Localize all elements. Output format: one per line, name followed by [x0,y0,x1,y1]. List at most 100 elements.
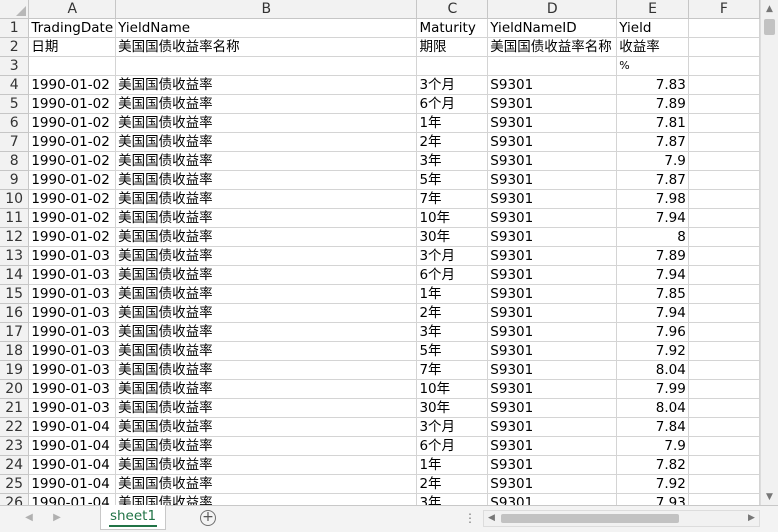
cell-f[interactable] [688,398,760,418]
cell-c[interactable]: 3个月 [416,417,489,437]
cell-c[interactable]: 3个月 [416,75,489,95]
cell-e[interactable]: 8.04 [616,360,689,380]
cell-c[interactable]: 10年 [416,379,489,399]
cell-b[interactable]: 美国国债收益率 [115,113,418,133]
cell-e[interactable]: 7.87 [616,170,689,190]
cell-a[interactable]: 1990-01-04 [28,436,117,456]
cell-a[interactable]: 1990-01-03 [28,341,117,361]
cell-e[interactable]: 收益率 [616,37,689,57]
cell-a[interactable]: 1990-01-04 [28,474,117,494]
spreadsheet-grid[interactable]: A B C D E F 1 TradingDate YieldName Maturit… [0,0,760,505]
cell-c[interactable]: 3个月 [416,246,489,266]
cell-a[interactable]: 1990-01-02 [28,170,117,190]
cell-a[interactable]: 1990-01-03 [28,398,117,418]
scroll-down-arrow-icon[interactable]: ▼ [761,488,778,505]
cell-c[interactable]: 1年 [416,455,489,475]
cell-b[interactable]: 美国国债收益率 [115,132,418,152]
cell-b[interactable]: 美国国债收益率 [115,94,418,114]
cell-c[interactable]: 30年 [416,398,489,418]
cell-f[interactable] [688,455,760,475]
cell-a[interactable]: 1990-01-02 [28,94,117,114]
cell-c[interactable]: 7年 [416,189,489,209]
cell-a[interactable]: 1990-01-02 [28,113,117,133]
cell-e[interactable]: 7.83 [616,75,689,95]
cell-a[interactable]: 1990-01-03 [28,265,117,285]
cell-c[interactable]: 3年 [416,493,489,505]
cell-c[interactable]: 3年 [416,151,489,171]
row-header[interactable]: 9 [0,170,30,190]
previous-sheet-arrow-icon[interactable]: ◀ [22,511,36,525]
row-header[interactable]: 22 [0,417,30,437]
cell-e[interactable]: 7.85 [616,284,689,304]
cell-d[interactable]: S9301 [487,170,618,190]
row-header[interactable]: 18 [0,341,30,361]
cell-c[interactable] [416,56,489,76]
cell-a[interactable]: 1990-01-02 [28,189,117,209]
cell-c[interactable]: 5年 [416,170,489,190]
cell-d[interactable]: S9301 [487,417,618,437]
horizontal-scrollbar[interactable]: ◀ ▶ [483,510,760,527]
cell-a[interactable]: 1990-01-02 [28,75,117,95]
row-header[interactable]: 17 [0,322,30,342]
cell-d[interactable]: S9301 [487,284,618,304]
cell-a[interactable]: 1990-01-02 [28,151,117,171]
row-header[interactable]: 1 [0,18,30,38]
cell-a[interactable]: 1990-01-03 [28,360,117,380]
cell-f[interactable] [688,113,760,133]
cell-a[interactable]: 1990-01-04 [28,417,117,437]
cell-d[interactable]: 美国国债收益率名称 [487,37,618,57]
cell-e[interactable]: 7.93 [616,493,689,505]
column-header-a[interactable]: A [28,0,117,19]
cell-a[interactable]: 1990-01-04 [28,455,117,475]
cell-f[interactable] [688,18,760,38]
cell-e[interactable]: 7.92 [616,474,689,494]
cell-b[interactable]: 美国国债收益率 [115,208,418,228]
cell-c[interactable]: 1年 [416,284,489,304]
row-header[interactable]: 24 [0,455,30,475]
cell-b[interactable]: YieldName [115,18,418,38]
cell-d[interactable]: S9301 [487,151,618,171]
cell-e[interactable]: 7.9 [616,151,689,171]
cell-f[interactable] [688,170,760,190]
cell-b[interactable]: 美国国债收益率 [115,474,418,494]
cell-c[interactable]: Maturity [416,18,489,38]
cell-d[interactable]: S9301 [487,75,618,95]
cell-b[interactable]: 美国国债收益率 [115,170,418,190]
cell-b[interactable]: 美国国债收益率 [115,398,418,418]
cell-d[interactable]: S9301 [487,303,618,323]
cell-c[interactable]: 2年 [416,474,489,494]
row-header[interactable]: 20 [0,379,30,399]
tab-split-handle-icon[interactable]: ⋮ [464,511,476,525]
cell-a[interactable]: 1990-01-03 [28,246,117,266]
row-header[interactable]: 6 [0,113,30,133]
cell-b[interactable]: 美国国债收益率 [115,322,418,342]
cell-d[interactable]: S9301 [487,474,618,494]
row-header[interactable]: 10 [0,189,30,209]
row-header[interactable]: 4 [0,75,30,95]
row-header[interactable]: 25 [0,474,30,494]
cell-e[interactable]: 7.94 [616,265,689,285]
cell-a[interactable] [28,56,117,76]
cell-b[interactable]: 美国国债收益率 [115,379,418,399]
cell-a[interactable]: 日期 [28,37,117,57]
cell-e[interactable]: 7.94 [616,303,689,323]
cell-b[interactable]: 美国国债收益率 [115,151,418,171]
cell-f[interactable] [688,132,760,152]
cell-a[interactable]: 1990-01-02 [28,208,117,228]
cell-e[interactable]: 7.89 [616,94,689,114]
row-header[interactable]: 19 [0,360,30,380]
cell-a[interactable]: 1990-01-03 [28,284,117,304]
cell-a[interactable]: 1990-01-03 [28,379,117,399]
cell-d[interactable]: S9301 [487,246,618,266]
cell-f[interactable] [688,360,760,380]
cell-f[interactable] [688,474,760,494]
cell-e[interactable]: 7.9 [616,436,689,456]
cell-b[interactable]: 美国国债收益率名称 [115,37,418,57]
cell-f[interactable] [688,208,760,228]
scroll-up-arrow-icon[interactable]: ▲ [761,0,778,17]
scroll-left-arrow-icon[interactable]: ◀ [484,511,499,526]
cell-f[interactable] [688,37,760,57]
row-header[interactable]: 21 [0,398,30,418]
cell-e[interactable]: 8 [616,227,689,247]
column-header-d[interactable]: D [487,0,618,19]
